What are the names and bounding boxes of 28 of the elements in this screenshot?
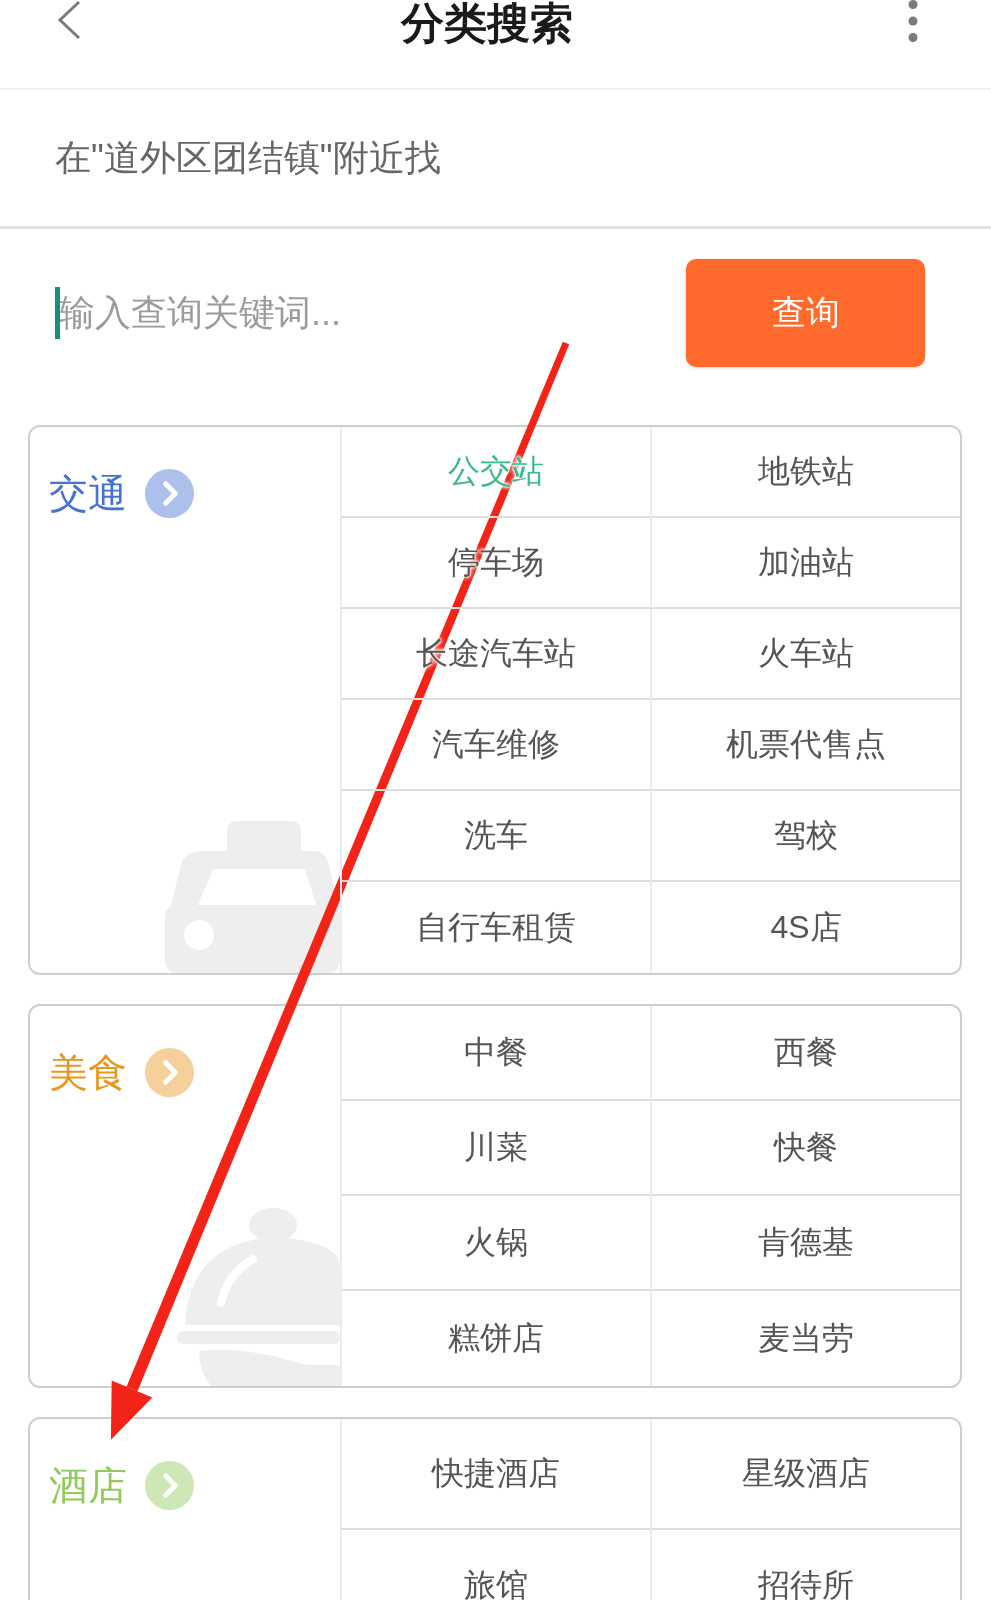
category-item[interactable]: 驾校: [650, 791, 960, 882]
chevron-circle-icon[interactable]: [145, 469, 194, 518]
category-item[interactable]: 机票代售点: [650, 700, 960, 791]
category-item[interactable]: 火锅: [340, 1196, 650, 1291]
category-item[interactable]: 旅馆: [340, 1530, 650, 1600]
chevron-circle-icon[interactable]: [145, 1048, 194, 1097]
more-icon[interactable]: [908, 0, 918, 42]
category-title: 酒店: [49, 1463, 127, 1508]
category-title: 美食: [49, 1050, 127, 1095]
category-item[interactable]: 火车站: [650, 609, 960, 700]
category-item[interactable]: 4S店: [650, 882, 960, 973]
category-item[interactable]: 快捷酒店: [340, 1419, 650, 1530]
category-item[interactable]: 地铁站: [650, 427, 960, 518]
category-item[interactable]: 川菜: [340, 1101, 650, 1196]
category-item[interactable]: 中餐: [340, 1006, 650, 1101]
category-item[interactable]: 麦当劳: [650, 1291, 960, 1386]
category-item[interactable]: 星级酒店: [650, 1419, 960, 1530]
category-item[interactable]: 西餐: [650, 1006, 960, 1101]
category-item[interactable]: 快餐: [650, 1101, 960, 1196]
page-title: 分类搜索: [401, 0, 573, 46]
category-item[interactable]: 加油站: [650, 518, 960, 609]
back-icon[interactable]: [56, 0, 82, 40]
category-item[interactable]: 肯德基: [650, 1196, 960, 1291]
location-text: 在"道外区团结镇"附近找: [55, 137, 441, 179]
category-title: 交通: [49, 471, 127, 516]
category-item[interactable]: 糕饼店: [340, 1291, 650, 1386]
category-item[interactable]: 招待所: [650, 1530, 960, 1600]
chevron-circle-icon[interactable]: [145, 1461, 194, 1510]
